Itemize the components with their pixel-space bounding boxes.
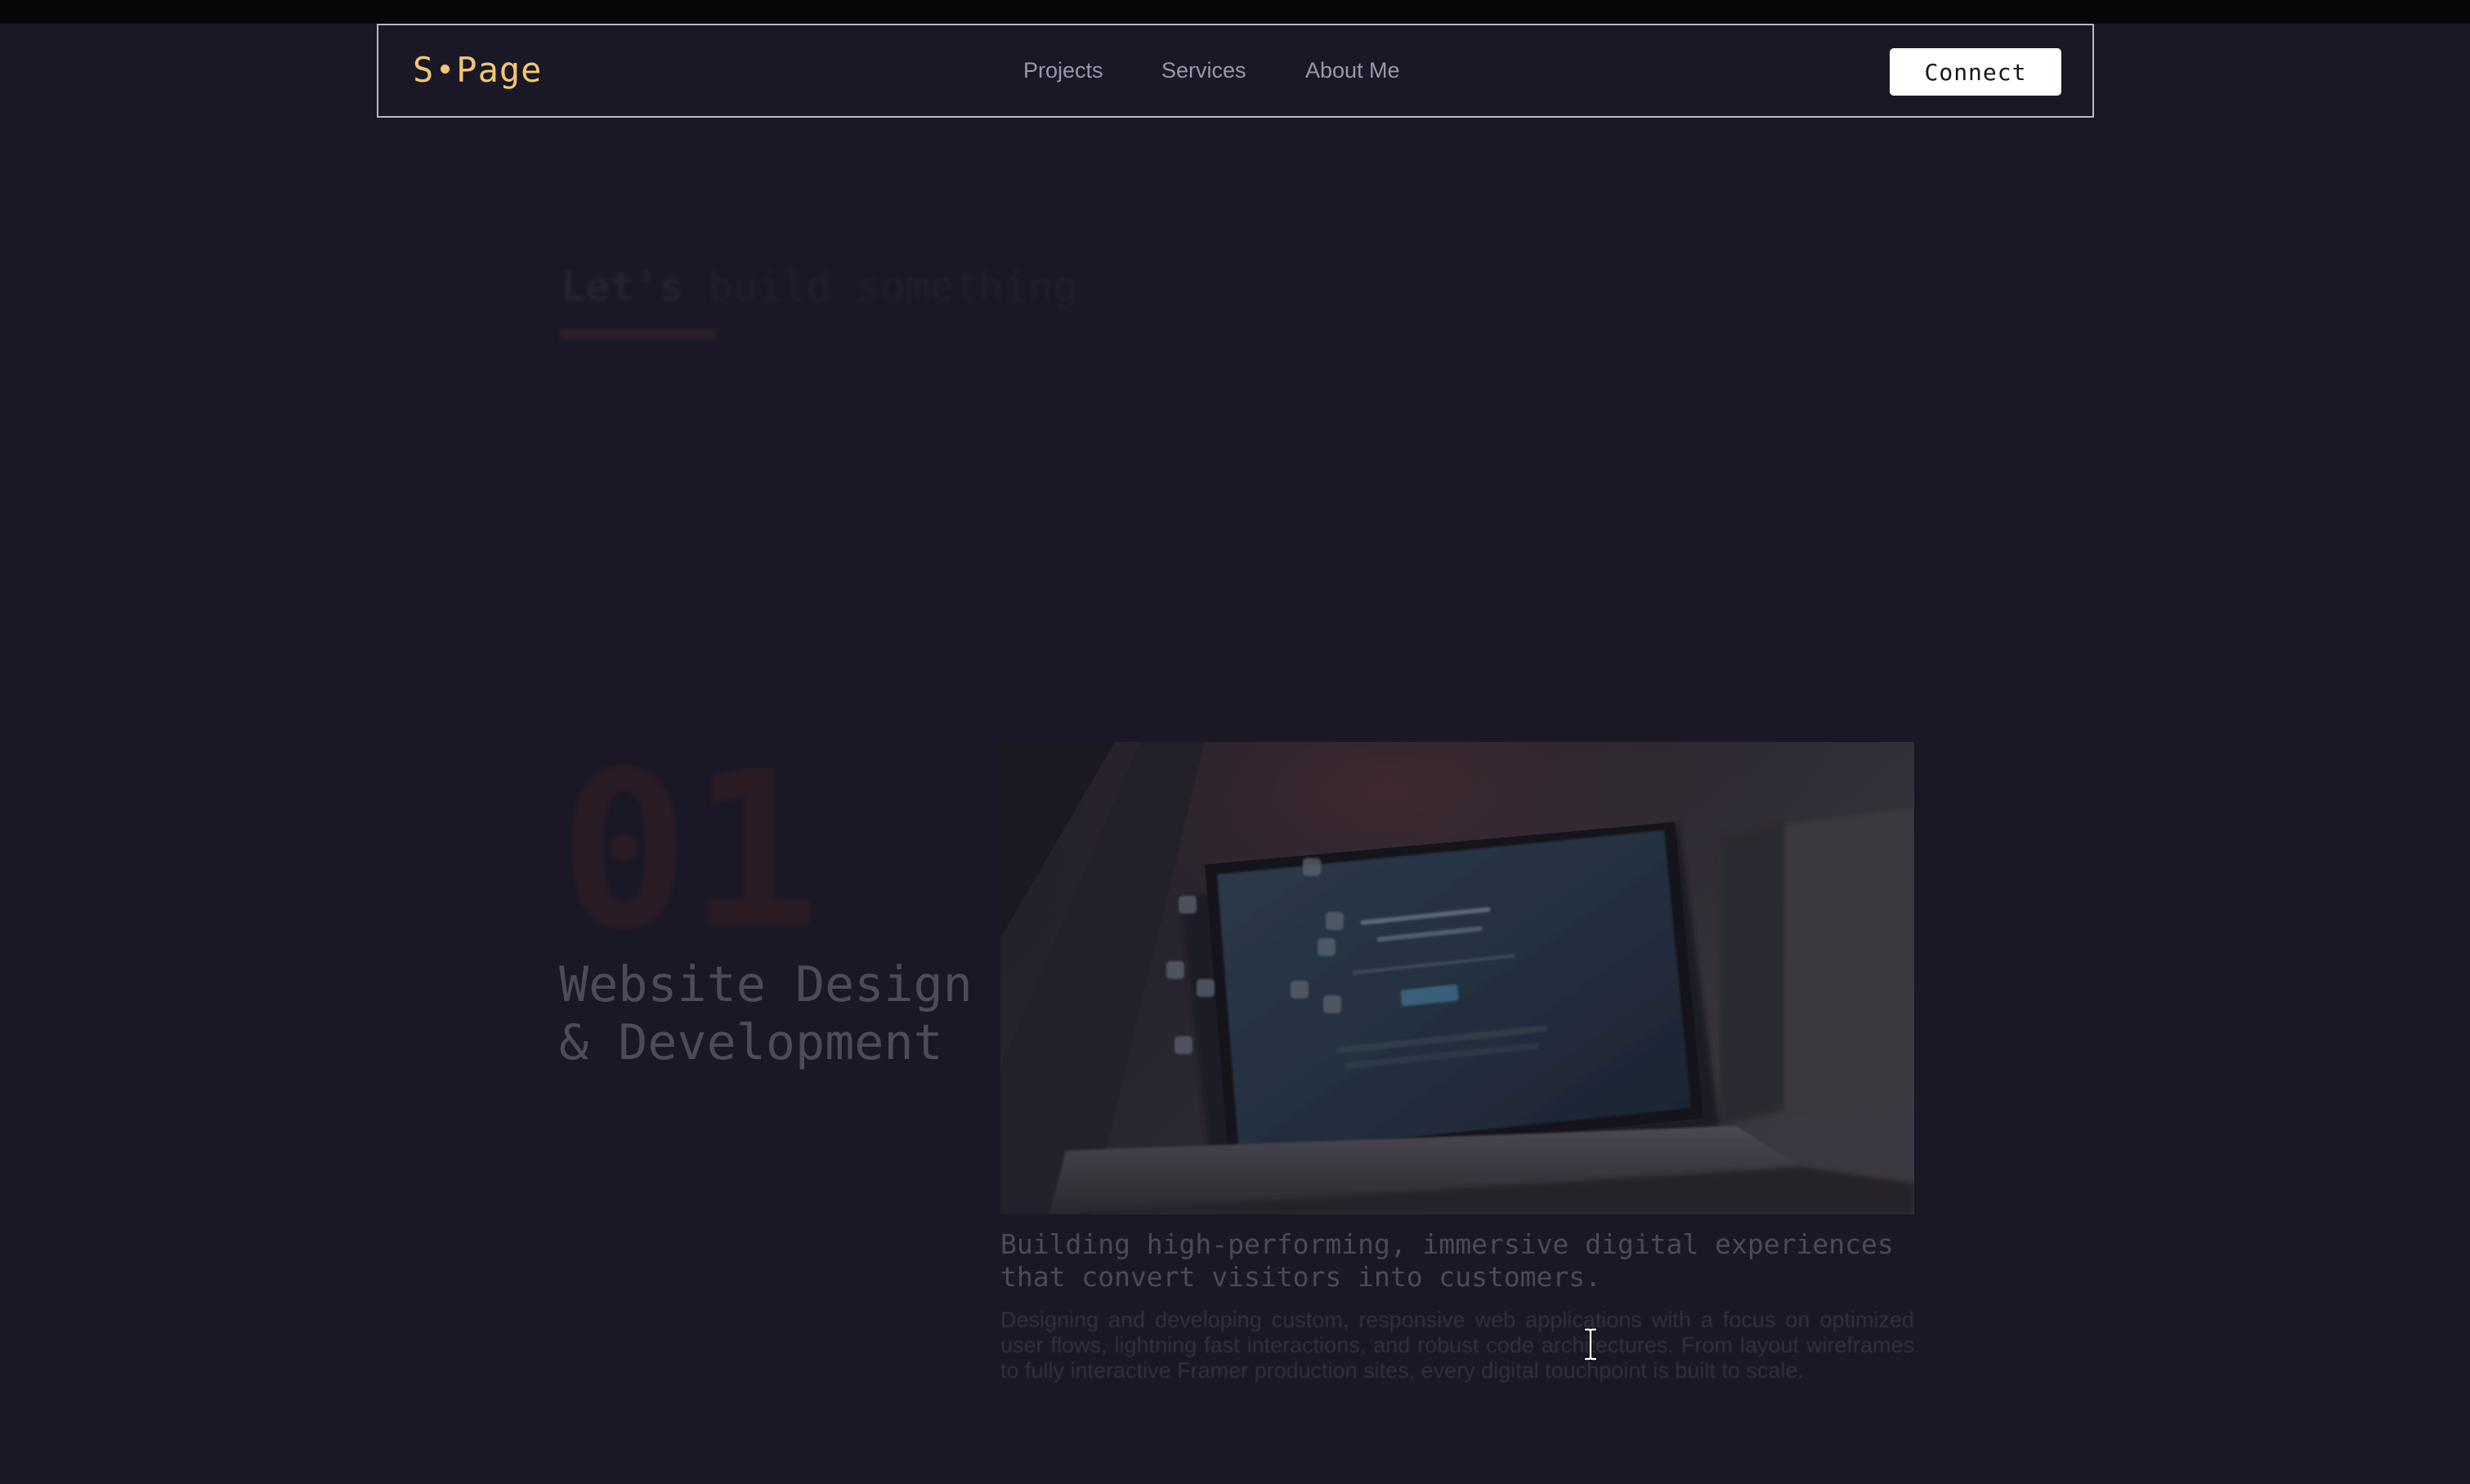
- nav-link-services[interactable]: Services: [1161, 58, 1246, 83]
- hero-heading-bold: Let's: [561, 263, 684, 311]
- service-tagline: Building high-performing, immersive digi…: [1000, 1228, 1894, 1293]
- laptop-mockup-illustration: [1000, 742, 1914, 1214]
- nav-link-about-me[interactable]: About Me: [1305, 58, 1400, 83]
- dot-icon: [441, 65, 450, 74]
- service-image: [1000, 742, 1914, 1214]
- connect-button[interactable]: Connect: [1890, 48, 2061, 96]
- logo-text-right: Page: [456, 50, 543, 90]
- service-title: Website Design & Development: [559, 956, 973, 1071]
- service-description: Designing and developing custom, respons…: [1000, 1307, 1914, 1383]
- nav-link-projects[interactable]: Projects: [1023, 58, 1103, 83]
- logo-link[interactable]: S Page: [413, 50, 542, 90]
- hero-heading: Let's build something: [561, 263, 1077, 311]
- window-top-strip: [0, 0, 2470, 24]
- navbar: S Page Projects Services About Me Connect: [377, 24, 2094, 118]
- hero-heading-rest: build something: [708, 263, 1078, 311]
- logo-text-left: S: [413, 50, 435, 90]
- hero-underline: [561, 329, 716, 340]
- service-number: 01: [559, 726, 821, 977]
- text-cursor-icon: [1583, 1328, 1598, 1361]
